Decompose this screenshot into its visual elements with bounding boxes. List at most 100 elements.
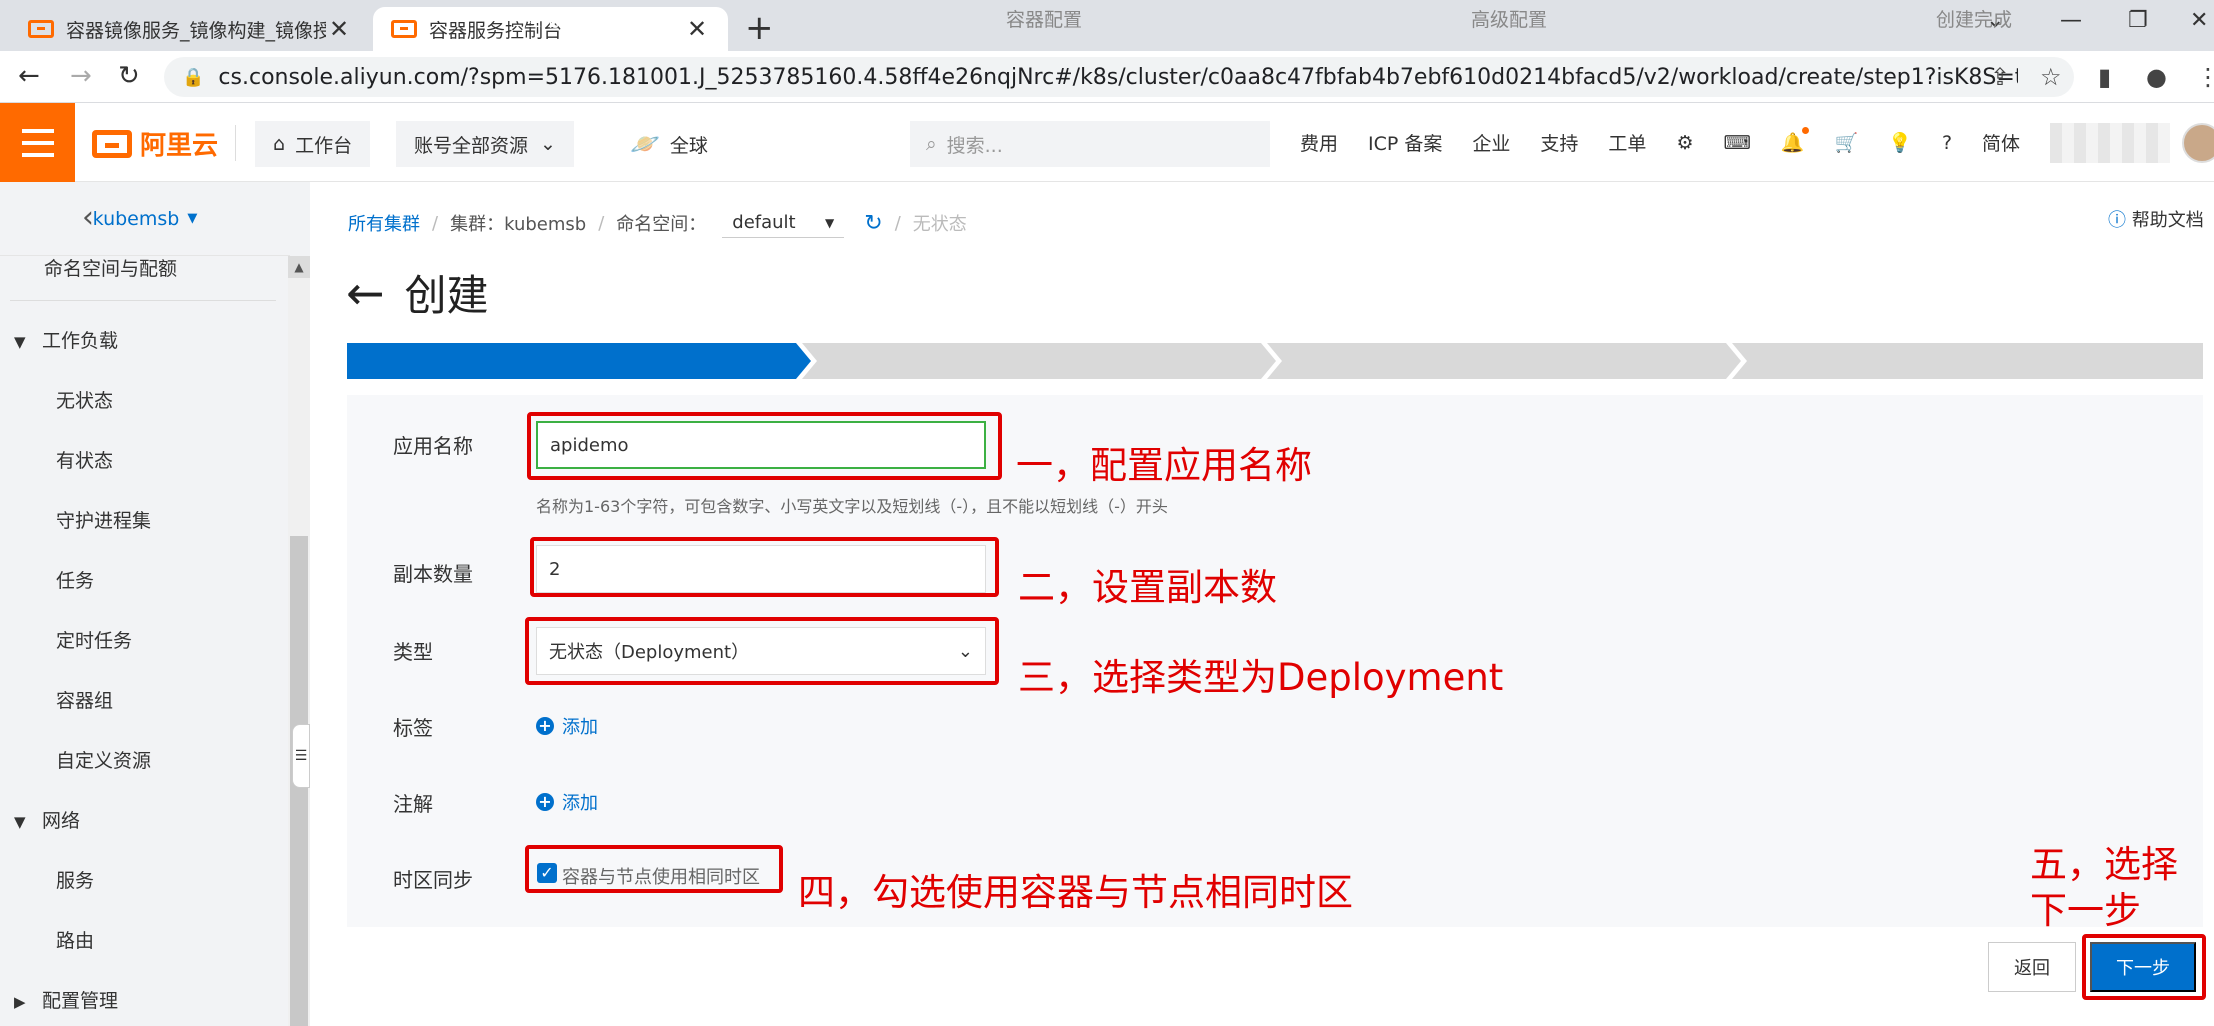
step-1-bg [347,343,811,379]
annotation-step-5-line2: 下一步 [2030,889,2141,932]
sidebar-group-config[interactable]: ▶ 配置管理 [14,986,304,1013]
region-selector[interactable]: 🪐 全球 [612,121,726,167]
app-name-label: 应用名称 [393,434,473,458]
language-switch[interactable]: 简体 [1982,129,2020,156]
timezone-checkbox-label[interactable]: 容器与节点使用相同时区 [562,863,760,889]
sidebar-item-deployments[interactable]: 无状态 [56,386,310,413]
step-complete: 创建完成 [1935,8,2012,31]
account-resources-label: 账号全部资源 [414,134,529,157]
labels-label: 标签 [393,716,433,740]
share-icon[interactable]: ⇪ [1990,63,2010,91]
header-link-icp[interactable]: ICP 备案 [1368,129,1442,156]
sidebar-item-daemonsets[interactable]: 守护进程集 [56,506,310,533]
refresh-icon[interactable]: ↻ [864,211,882,236]
account-name-blurred [2050,123,2170,163]
breadcrumb-separator: / [432,212,439,234]
back-arrow-icon[interactable]: ← [346,266,385,320]
aliyun-favicon-icon [28,20,54,38]
bookmark-star-icon[interactable]: ☆ [2040,63,2062,91]
breadcrumb-separator: / [598,212,605,234]
type-value: 无状态（Deployment） [549,642,750,663]
sidebar-item-custom-resources[interactable]: 自定义资源 [56,746,310,773]
planet-icon: 🪐 [630,130,660,158]
back-button[interactable]: 返回 [1988,942,2076,992]
chevron-down-icon: ⌄ [957,640,973,662]
workbench-button[interactable]: ⌂ 工作台 [255,121,371,167]
notification-dot [1801,127,1809,134]
caret-right-icon: ▶ [14,993,26,1011]
side-panel-icon[interactable]: ▮ [2098,63,2111,91]
replicas-label: 副本数量 [393,562,473,586]
sidebar-item-pods[interactable]: 容器组 [56,686,310,713]
aliyun-logo[interactable]: 阿里云 [92,125,218,162]
app-name-hint: 名称为1-63个字符，可包含数字、小写英文字以及短划线（-），且不能以短划线（-… [536,497,1168,516]
chevron-left-icon[interactable]: ‹ [82,200,94,235]
menu-dots-icon[interactable]: ⋮ [2196,63,2214,91]
lock-icon: 🔒 [182,66,205,88]
forward-arrow-icon[interactable]: → [70,61,92,91]
plus-circle-icon: + [536,793,554,811]
breadcrumb-all-clusters[interactable]: 所有集群 [348,210,420,236]
step-advanced-config: 高级配置 [1470,8,1547,31]
step-2-bg [802,343,1276,379]
namespace-select[interactable]: default ▼ [722,208,845,238]
avatar[interactable] [2182,123,2214,163]
header-link-ticket[interactable]: 工单 [1608,129,1646,156]
home-icon: ⌂ [273,133,286,155]
header-link-enterprise[interactable]: 企业 [1472,129,1510,156]
header-link-fee[interactable]: 费用 [1300,129,1338,156]
help-docs-link[interactable]: ⓘ 帮助文档 [2108,206,2204,232]
add-label-link[interactable]: + 添加 [536,713,598,739]
ai-assistant-icon[interactable]: ⚙ [1676,132,1693,154]
step-4-bg [1732,343,2203,379]
search-placeholder: 搜索... [946,134,1003,157]
add-annotation-text: 添加 [562,793,598,814]
scroll-up-icon[interactable]: ▲ [288,256,310,278]
type-select[interactable]: 无状态（Deployment） ⌄ [536,627,986,675]
sidebar-item-services[interactable]: 服务 [56,866,310,893]
caret-down-icon: ▼ [14,333,26,351]
sidebar-collapse-icon[interactable]: ☰ [292,724,310,788]
annotation-step-3: 三，选择类型为Deployment [1018,656,1504,699]
group-label: 配置管理 [42,990,119,1012]
sidebar-item-jobs[interactable]: 任务 [56,566,310,593]
profile-icon[interactable]: ● [2146,63,2167,91]
tab-title: 容器镜像服务_镜像构建_镜像授权 [66,19,326,42]
hamburger-menu-icon[interactable] [0,103,75,182]
breadcrumb-current: 无状态 [912,214,967,235]
page-title: ← 创建 [346,262,489,323]
annotation-step-2: 二，设置副本数 [1018,566,1277,609]
help-docs-label: 帮助文档 [2131,210,2204,231]
sidebar-group-workloads[interactable]: ▼ 工作负载 [14,326,304,353]
add-annotation-link[interactable]: + 添加 [536,789,598,815]
lightbulb-icon[interactable]: 💡 [1888,131,1912,154]
bell-icon[interactable]: 🔔 [1781,127,1809,154]
sidebar-item-statefulsets[interactable]: 有状态 [56,446,310,473]
cluster-switcher[interactable]: ‹ kubemsb ▼ [0,182,290,256]
header-link-support[interactable]: 支持 [1540,129,1578,156]
cart-icon[interactable]: 🛒 [1835,131,1859,154]
sidebar: ‹ kubemsb ▼ 命名空间与配额 ▼ 工作负载 无状态 有状态 守护进程集 … [0,182,310,1026]
url-bar[interactable]: 🔒 cs.console.aliyun.com/?spm=5176.181001… [164,57,2074,97]
replicas-input[interactable]: 2 [536,545,986,593]
back-arrow-icon[interactable]: ← [18,61,40,91]
annotation-step-1: 一，配置应用名称 [1016,444,1312,487]
sidebar-item-cronjobs[interactable]: 定时任务 [56,626,310,653]
breadcrumb: 所有集群 / 集群：kubemsb / 命名空间： default ▼ ↻ / … [348,208,967,238]
timezone-checkbox[interactable]: ✓ [537,863,557,883]
sidebar-item-namespace[interactable]: 命名空间与配额 [44,254,310,281]
reload-icon[interactable]: ↻ [118,61,140,91]
browser-tab[interactable]: 容器镜像服务_镜像构建_镜像授权 ✕ [10,7,370,51]
app-name-input[interactable]: apidemo [536,421,986,469]
sidebar-group-network[interactable]: ▼ 网络 [14,806,304,833]
help-circle-icon[interactable]: ? [1942,132,1952,154]
caret-down-icon: ▼ [825,215,835,230]
terminal-icon[interactable]: ⌨ [1723,132,1750,154]
page-title-text: 创建 [404,271,489,320]
next-step-button[interactable]: 下一步 [2090,942,2196,992]
sidebar-scrollbar[interactable]: ▲ [288,256,310,1026]
sidebar-item-ingress[interactable]: 路由 [56,926,310,953]
search-input[interactable]: ⌕ 搜索... [910,121,1270,167]
account-resources-dropdown[interactable]: 账号全部资源 ⌄ [396,121,574,167]
region-label: 全球 [669,134,708,157]
